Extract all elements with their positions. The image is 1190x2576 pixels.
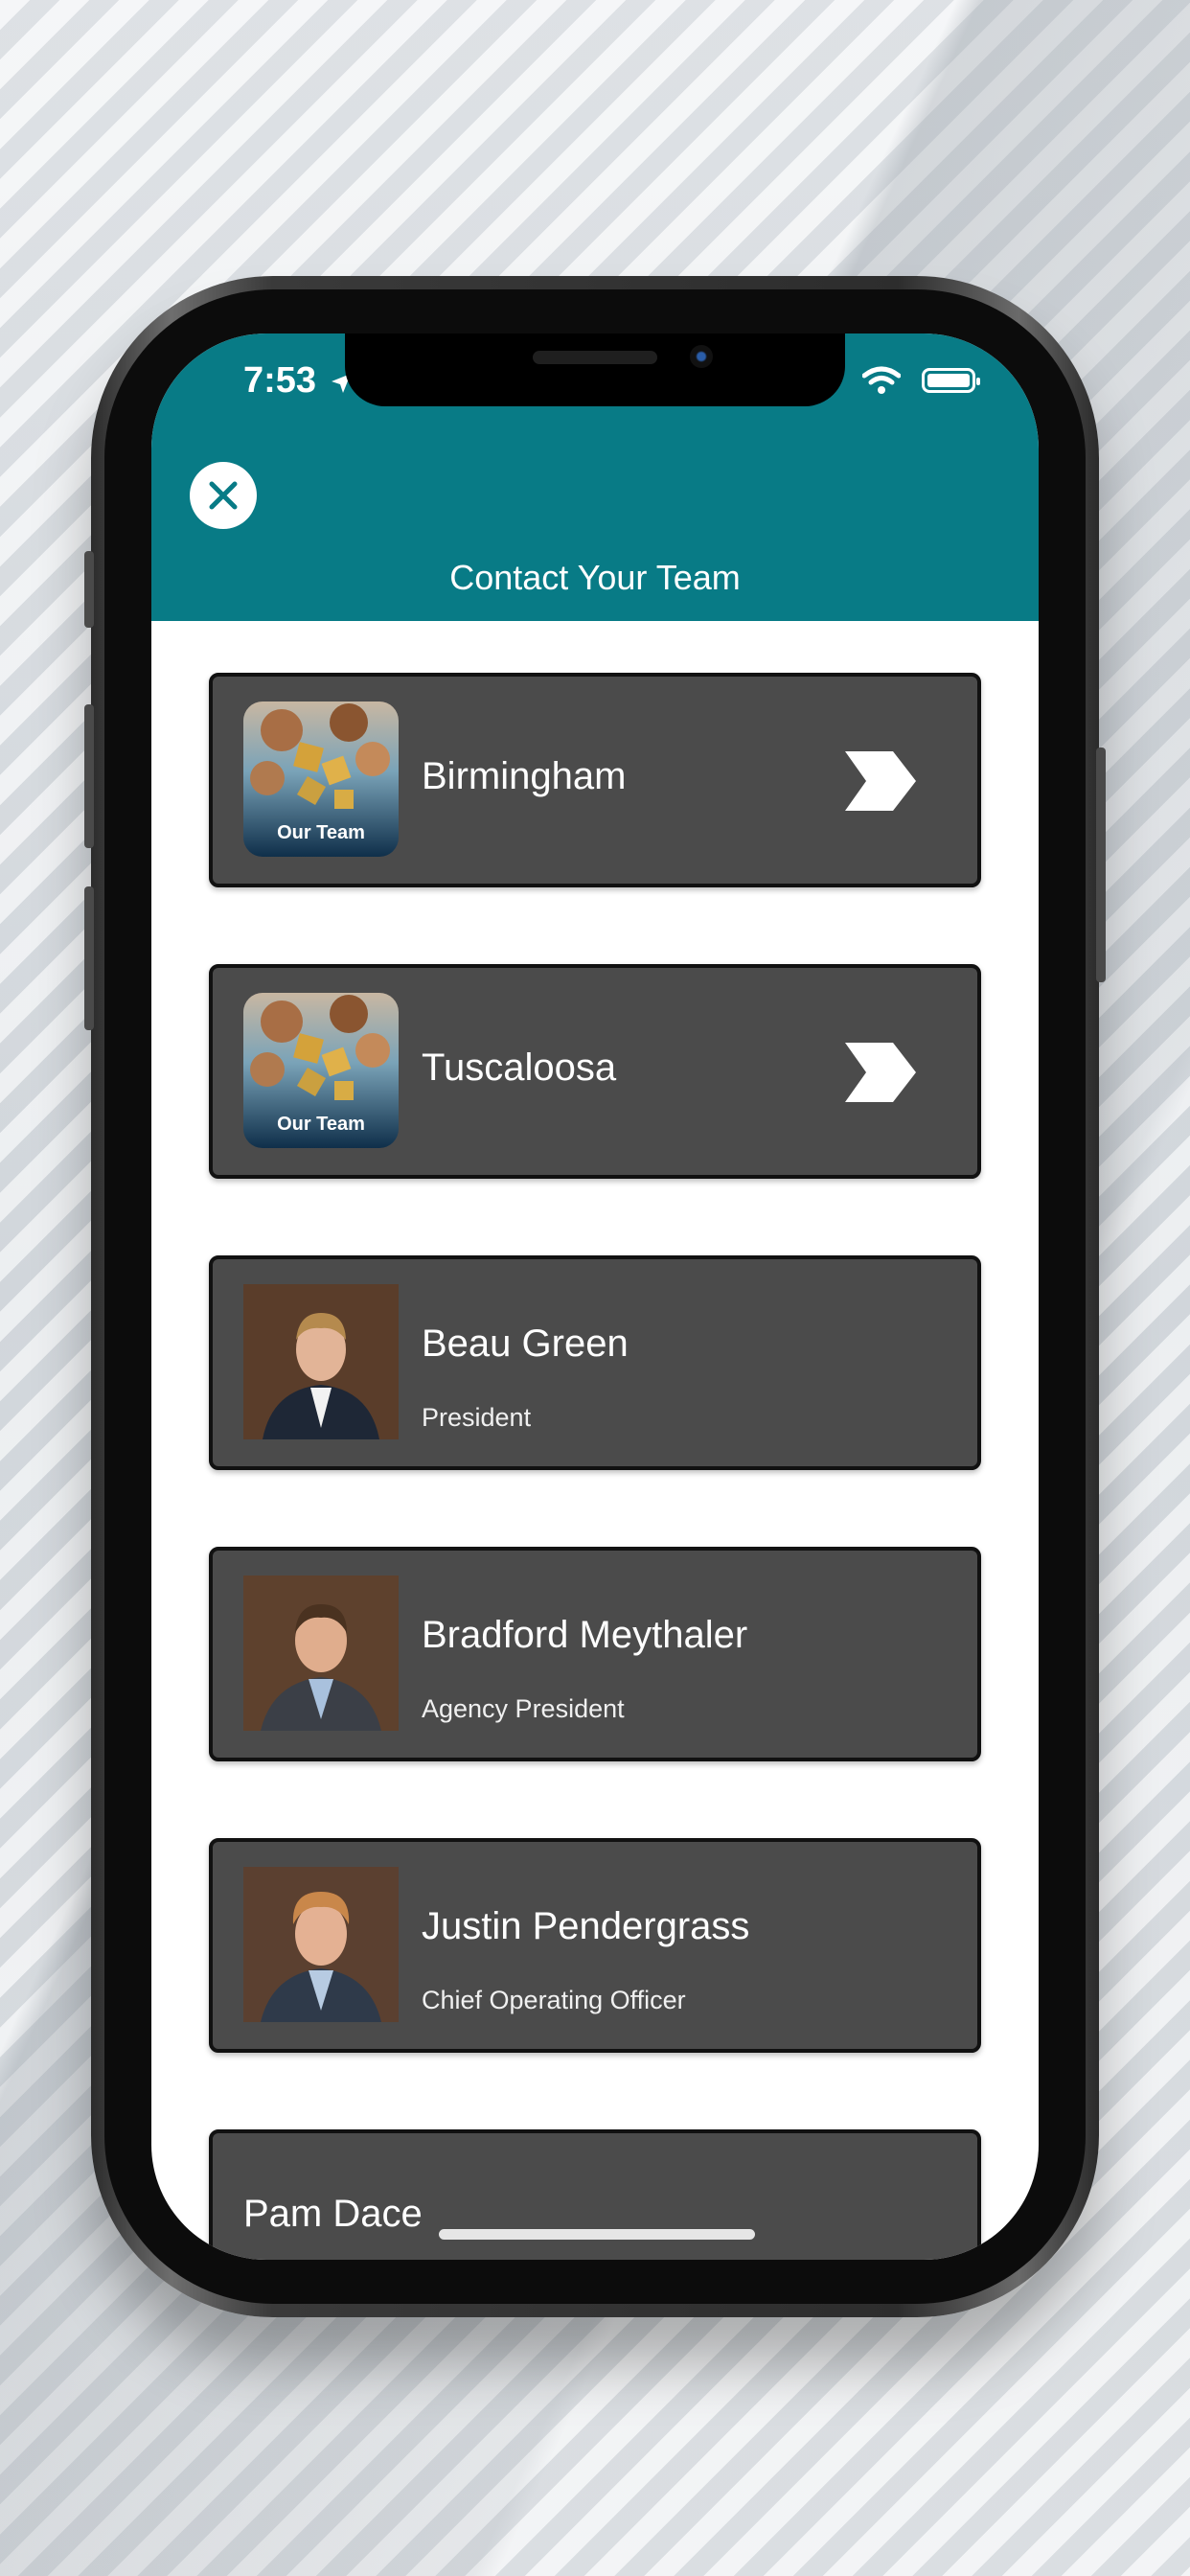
status-time: 7:53 bbox=[243, 360, 317, 401]
chevron-right-icon bbox=[845, 1043, 916, 1102]
contact-card-bradford-meythaler[interactable]: Bradford Meythaler Agency President bbox=[209, 1547, 981, 1761]
chevron-right-icon bbox=[845, 751, 916, 811]
close-button[interactable] bbox=[190, 462, 257, 529]
team-list: Our Team Birmingham Our Team Tuscaloosa … bbox=[209, 673, 981, 2260]
page-title: Contact Your Team bbox=[449, 558, 741, 597]
avatar bbox=[243, 1284, 399, 1439]
phone-power-button bbox=[1096, 748, 1106, 982]
close-icon bbox=[209, 481, 238, 510]
contact-name: Beau Green bbox=[422, 1322, 629, 1365]
team-name: Tuscaloosa bbox=[422, 1046, 617, 1089]
team-thumbnail: Our Team bbox=[243, 702, 399, 857]
phone-notch bbox=[345, 334, 845, 406]
avatar bbox=[243, 1867, 399, 2022]
app-header: 7:53 Contact Your Team bbox=[151, 334, 1039, 621]
contact-card-justin-pendergrass[interactable]: Justin Pendergrass Chief Operating Offic… bbox=[209, 1838, 981, 2053]
team-thumbnail: Our Team bbox=[243, 993, 399, 1148]
home-indicator[interactable] bbox=[439, 2229, 755, 2240]
contact-title: President bbox=[422, 1403, 532, 1432]
contact-card-beau-green[interactable]: Beau Green President bbox=[209, 1255, 981, 1470]
wifi-icon bbox=[862, 366, 901, 394]
thumbnail-label: Our Team bbox=[277, 1114, 365, 1135]
team-card-birmingham[interactable]: Our Team Birmingham bbox=[209, 673, 981, 887]
contact-title: Chief Operating Officer bbox=[422, 1986, 686, 2014]
contact-name: Pam Dace bbox=[243, 2193, 423, 2235]
contact-title: Agency President bbox=[422, 1694, 625, 1723]
phone-volume-down bbox=[84, 886, 94, 1030]
thumbnail-label: Our Team bbox=[277, 822, 365, 843]
battery-icon bbox=[922, 368, 980, 393]
avatar bbox=[243, 1576, 399, 1731]
contact-name: Bradford Meythaler bbox=[422, 1614, 748, 1656]
contact-card-pam-dace[interactable]: Pam Dace bbox=[209, 2129, 981, 2260]
team-name: Birmingham bbox=[422, 755, 627, 797]
phone-side-button bbox=[84, 551, 94, 628]
contact-name: Justin Pendergrass bbox=[422, 1905, 750, 1947]
status-icons bbox=[862, 366, 980, 395]
app-screen: 7:53 Contact Your Team Our Team Birmingh… bbox=[151, 334, 1039, 2260]
phone-volume-up bbox=[84, 704, 94, 848]
team-card-tuscaloosa[interactable]: Our Team Tuscaloosa bbox=[209, 964, 981, 1179]
